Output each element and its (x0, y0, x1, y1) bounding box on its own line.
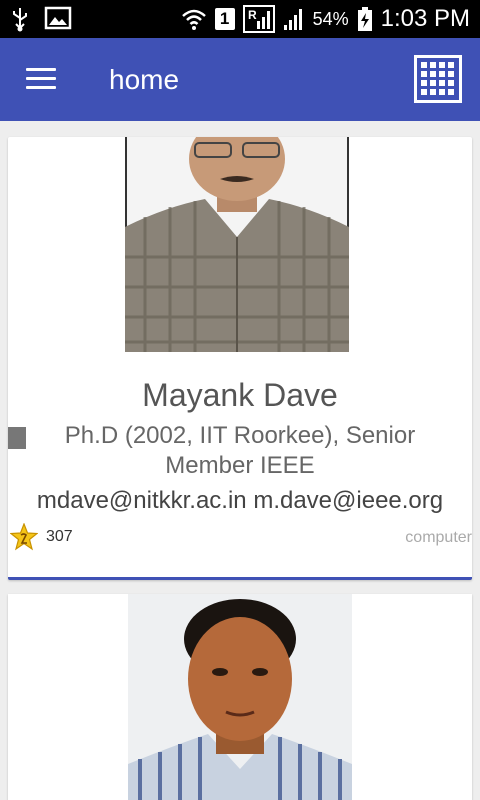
signal-roaming-icon: R (242, 5, 275, 33)
faculty-card[interactable]: Mayank Dave Ph.D (2002, IIT Roorkee), Se… (8, 137, 472, 580)
signal-icon (283, 9, 302, 30)
faculty-photo (125, 137, 349, 352)
status-bar: 1 R 54% 1:03 PM (0, 0, 480, 38)
battery-percent: 54% (312, 8, 349, 29)
faculty-qualification: Ph.D (2002, IIT Roorkee), Senior Member … (64, 422, 416, 479)
clock: 1:03 PM (380, 5, 470, 32)
scroll-indicator (8, 427, 26, 449)
rating: 307 (10, 523, 73, 551)
page-title: home (109, 64, 180, 95)
svg-text:R: R (248, 8, 257, 22)
wifi-icon (181, 9, 206, 30)
faculty-list[interactable]: Mayank Dave Ph.D (2002, IIT Roorkee), Se… (0, 121, 480, 800)
battery-charging-icon (357, 7, 372, 31)
department-label: computer (405, 529, 472, 546)
sim-icon: 1 (214, 8, 235, 30)
faculty-card[interactable] (8, 594, 472, 800)
grid-view-icon[interactable] (414, 55, 462, 103)
star-icon (10, 523, 38, 551)
usb-icon (13, 8, 27, 32)
status-right-icons: 1 R 54% 1:03 PM (181, 4, 470, 34)
faculty-name: Mayank Dave (142, 377, 338, 413)
app-bar: home (0, 38, 480, 121)
faculty-emails[interactable]: mdave@nitkkr.ac.in m.dave@ieee.org (8, 487, 472, 515)
status-left-icons (10, 6, 72, 32)
hamburger-menu-icon[interactable] (26, 68, 56, 92)
faculty-photo (128, 594, 352, 800)
image-icon (44, 6, 72, 30)
rating-count: 307 (46, 528, 73, 545)
